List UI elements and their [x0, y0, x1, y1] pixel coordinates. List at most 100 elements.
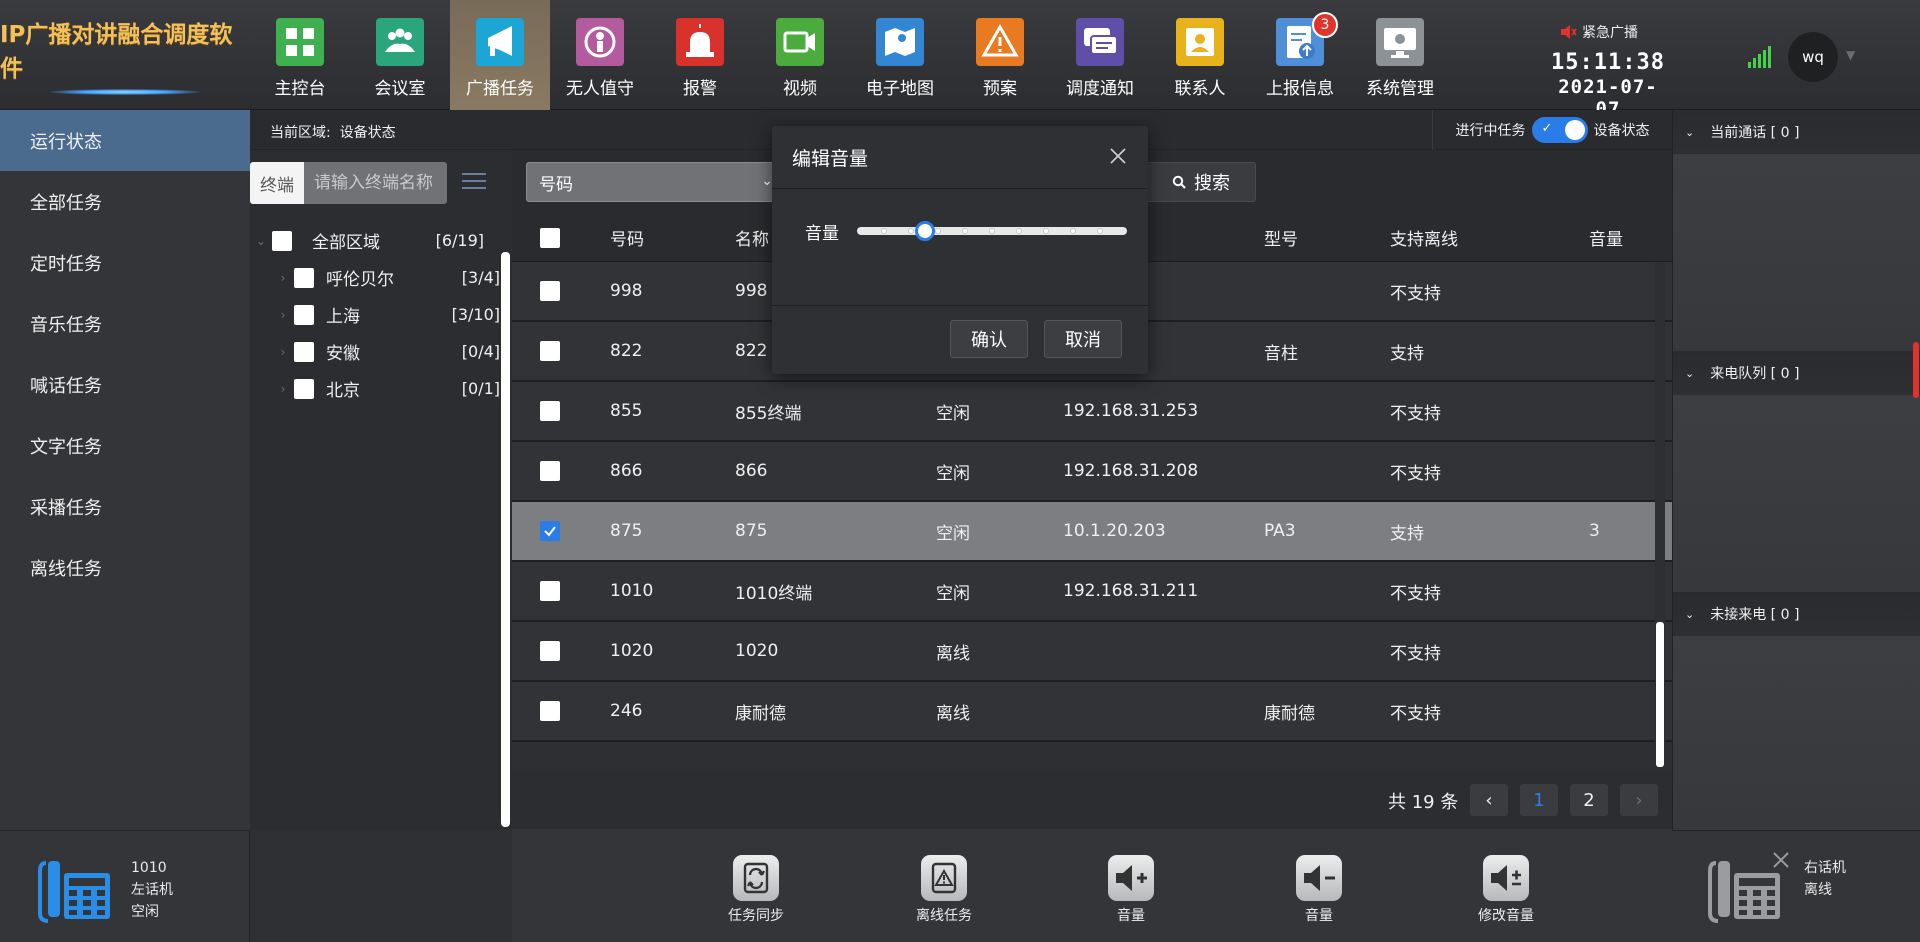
row-checkbox[interactable] — [540, 521, 560, 541]
row-checkbox[interactable] — [540, 401, 560, 421]
tree-checkbox[interactable] — [294, 341, 314, 362]
filter-field-select[interactable]: 号码 ⌄ — [526, 162, 786, 202]
tree-node[interactable]: › 上海 [3/10] — [250, 296, 500, 333]
tool-label: 离线任务 — [916, 908, 972, 924]
nav-contacts[interactable]: 联系人 — [1150, 0, 1250, 110]
tree-root[interactable]: ⌄ 全部区域 [6/19] — [250, 222, 500, 259]
sidebar-item-7[interactable]: 离线任务 — [0, 537, 250, 598]
nav-label: 预案 — [983, 79, 1017, 99]
cell-offline: 支持 — [1390, 523, 1424, 544]
sidebar-item-5[interactable]: 文字任务 — [0, 415, 250, 476]
sidebar-item-6[interactable]: 采播任务 — [0, 476, 250, 537]
tree-checkbox[interactable] — [272, 230, 292, 251]
table-row[interactable]: 1020 1020 离线 不支持 — [512, 622, 1672, 682]
nav-alarm[interactable]: 报警 — [650, 0, 750, 110]
confirm-button[interactable]: 确认 — [950, 320, 1028, 358]
call-section-header[interactable]: ⌄ 来电队列 [ 0 ] — [1673, 351, 1920, 395]
sidebar-item-1[interactable]: 全部任务 — [0, 171, 250, 232]
sidebar-item-2[interactable]: 定时任务 — [0, 232, 250, 293]
cell-model: 康耐德 — [1264, 703, 1315, 724]
siren-icon — [676, 18, 724, 66]
chevron-right-icon[interactable]: › — [272, 271, 294, 285]
chevron-down-icon[interactable]: ▼ — [1846, 48, 1855, 62]
table-row[interactable]: 1010 1010终端 空闲 192.168.31.211 不支持 — [512, 562, 1672, 622]
table-row[interactable]: 246 康耐德 离线 康耐德 不支持 — [512, 682, 1672, 742]
breadcrumb-value: 设备状态 — [339, 125, 396, 141]
prev-page-button[interactable]: ‹ — [1470, 784, 1508, 816]
nav-dispatch[interactable]: 调度通知 — [1050, 0, 1150, 110]
cell-ip: 192.168.31.211 — [1063, 581, 1199, 601]
tool-offline-task-button[interactable]: 离线任务 — [884, 855, 1004, 925]
nav-meeting[interactable]: 会议室 — [350, 0, 450, 110]
call-section-label: 未接来电 [ 0 ] — [1710, 607, 1800, 623]
scroll-indicator[interactable] — [1913, 342, 1919, 398]
tree-node[interactable]: › 安徽 [0/4] — [250, 333, 500, 370]
nav-label: 主控台 — [274, 79, 326, 99]
tool-volume-down-button[interactable]: 音量 — [1259, 855, 1379, 925]
search-type-label[interactable]: 终端 — [250, 162, 304, 204]
volume-slider-handle[interactable] — [915, 221, 935, 241]
row-checkbox[interactable] — [540, 461, 560, 481]
row-checkbox[interactable] — [540, 281, 560, 301]
user-avatar[interactable]: wq — [1788, 32, 1838, 82]
nav-system[interactable]: 系统管理 — [1350, 0, 1450, 110]
cell-offline: 不支持 — [1390, 403, 1441, 424]
row-checkbox[interactable] — [540, 581, 560, 601]
nav-video[interactable]: 视频 — [750, 0, 850, 110]
next-page-button[interactable]: › — [1620, 784, 1658, 816]
row-checkbox[interactable] — [540, 641, 560, 661]
sidebar-item-4[interactable]: 喊话任务 — [0, 354, 250, 415]
emergency-broadcast-button[interactable]: 紧急广播 — [1560, 22, 1638, 42]
page-button-2[interactable]: 2 — [1570, 784, 1608, 816]
table-row[interactable]: 855 855终端 空闲 192.168.31.253 不支持 — [512, 382, 1672, 442]
nav-label: 联系人 — [1174, 79, 1226, 99]
select-all-checkbox[interactable] — [540, 227, 560, 248]
tree-checkbox[interactable] — [294, 304, 314, 325]
sidebar-item-0[interactable]: 运行状态 — [0, 110, 250, 171]
table-scrollbar[interactable] — [1655, 262, 1665, 769]
tree-checkbox[interactable] — [294, 378, 314, 399]
chevron-right-icon[interactable]: › — [272, 308, 294, 322]
nav-unattended[interactable]: 无人值守 — [550, 0, 650, 110]
left-phone-panel[interactable]: 1010 左话机 空闲 — [0, 830, 250, 942]
chevron-right-icon[interactable]: › — [272, 382, 294, 396]
tool-volume-up-button[interactable]: 音量 — [1071, 855, 1191, 925]
call-section-header[interactable]: ⌄ 当前通话 [ 0 ] — [1673, 110, 1920, 154]
view-switch[interactable]: ✓ — [1531, 117, 1588, 143]
tree-node[interactable]: › 北京 [0/1] — [250, 370, 500, 407]
chevron-down-icon[interactable]: ⌄ — [250, 234, 272, 248]
chevron-right-icon[interactable]: › — [272, 345, 294, 359]
nav-broadcast[interactable]: 广播任务 — [450, 0, 550, 110]
call-section-header[interactable]: ⌄ 未接来电 [ 0 ] — [1673, 592, 1920, 636]
switch-knob — [1564, 120, 1585, 140]
tool-volume-edit-button[interactable]: 修改音量 — [1446, 855, 1566, 925]
terminal-search-input[interactable] — [304, 162, 447, 204]
sidebar-item-3[interactable]: 音乐任务 — [0, 293, 250, 354]
page-button-1[interactable]: 1 — [1520, 784, 1558, 816]
menu-icon[interactable] — [462, 172, 486, 190]
tree-checkbox[interactable] — [294, 267, 314, 288]
search-button[interactable]: 搜索 — [1146, 162, 1256, 202]
slider-step-dot — [936, 229, 940, 233]
close-icon[interactable] — [1108, 146, 1128, 166]
grid-icon — [276, 18, 324, 66]
table-scroll-thumb[interactable] — [1656, 622, 1664, 767]
cell-offline: 不支持 — [1390, 643, 1441, 664]
nav-console[interactable]: 主控台 — [250, 0, 350, 110]
tree-scrollbar[interactable] — [501, 252, 510, 827]
table-row[interactable]: 875 875 空闲 10.1.20.203 PA3 支持 3 — [512, 502, 1672, 562]
nav-report[interactable]: 上报信息 3 — [1250, 0, 1350, 110]
tree-node[interactable]: › 呼伦贝尔 [3/4] — [250, 259, 500, 296]
nav-label: 报警 — [683, 79, 717, 99]
row-checkbox[interactable] — [540, 341, 560, 361]
tool-sync-button[interactable]: 任务同步 — [696, 855, 816, 925]
nav-plan[interactable]: 预案 — [950, 0, 1050, 110]
volume-slider[interactable] — [857, 221, 1127, 241]
row-checkbox[interactable] — [540, 701, 560, 721]
right-phone-panel[interactable]: 右话机 离线 — [1672, 830, 1920, 942]
cell-offline: 不支持 — [1390, 463, 1441, 484]
table-row[interactable]: 866 866 空闲 192.168.31.208 不支持 — [512, 442, 1672, 502]
nav-emap[interactable]: 电子地图 — [850, 0, 950, 110]
cell-name: 1010终端 — [735, 583, 813, 604]
cancel-button[interactable]: 取消 — [1044, 320, 1122, 358]
